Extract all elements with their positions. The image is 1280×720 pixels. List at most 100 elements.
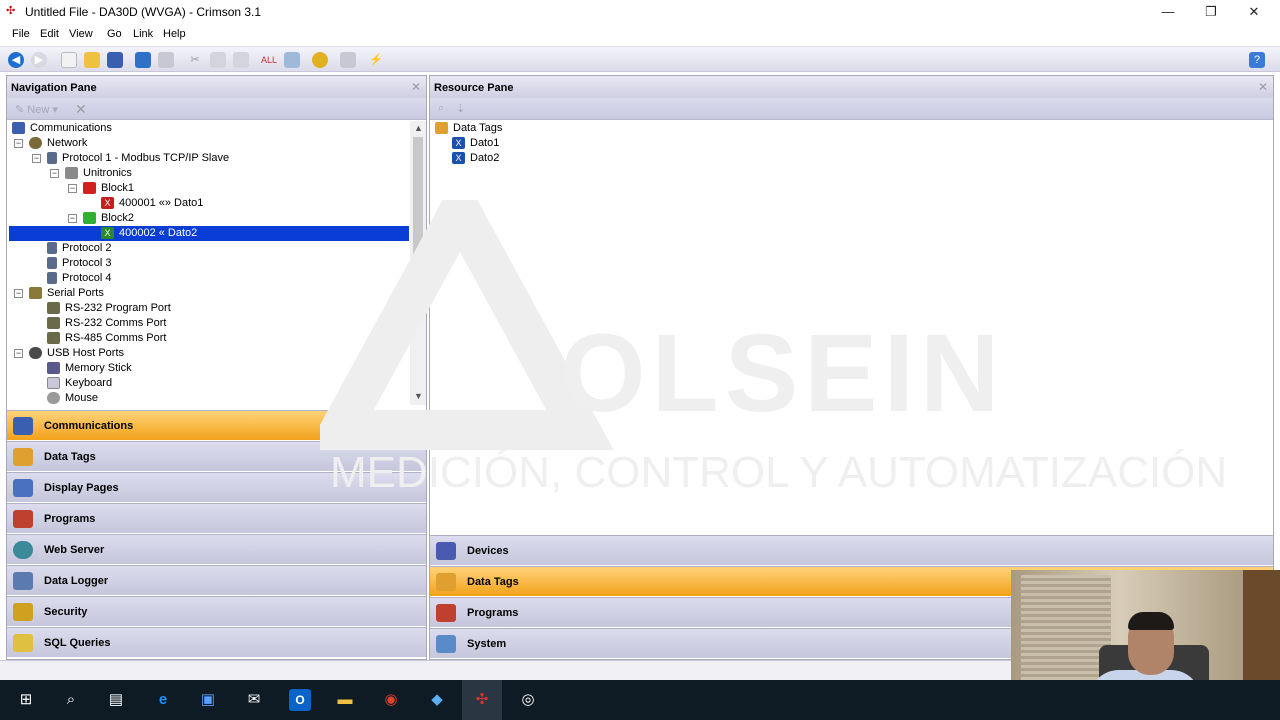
tree-item-rs232-comms[interactable]: RS-232 Comms Port <box>47 316 166 331</box>
tree-item-rs232-program[interactable]: RS-232 Program Port <box>47 301 171 316</box>
tree-scrollbar[interactable]: ▲ ▼ <box>410 121 426 405</box>
menu-go[interactable]: Go <box>107 28 122 40</box>
scroll-thumb[interactable] <box>413 137 423 277</box>
tree-item-network[interactable]: Network <box>29 136 87 151</box>
tree-item-protocol-1[interactable]: Protocol 1 - Modbus TCP/IP Slave <box>47 151 229 166</box>
category-sql-queries[interactable]: SQL Queries <box>7 627 426 657</box>
collapse-toggle[interactable]: − <box>68 214 77 223</box>
tree-item-unitronics[interactable]: Unitronics <box>65 166 132 181</box>
save-icon[interactable] <box>107 52 123 68</box>
menu-edit[interactable]: Edit <box>40 28 59 40</box>
new-file-icon[interactable] <box>61 52 77 68</box>
file-explorer-icon[interactable]: ▬ <box>334 689 356 711</box>
keyboard-icon <box>47 377 60 390</box>
menu-view[interactable]: View <box>69 28 93 40</box>
resource-item-dato2[interactable]: X Dato2 <box>452 151 499 166</box>
devices-icon <box>436 542 456 560</box>
collapse-toggle[interactable]: − <box>14 139 23 148</box>
category-security[interactable]: Security <box>7 596 426 626</box>
navigation-tree: Communications − Network − Protocol 1 - … <box>7 121 410 405</box>
tree-item-400002-selected[interactable]: X 400002 « Dato2 <box>9 226 409 241</box>
protocol-icon <box>47 272 57 285</box>
serial-port-icon <box>29 287 42 300</box>
category-communications[interactable]: Communications <box>7 410 426 440</box>
paste-icon[interactable] <box>233 52 249 68</box>
collapse-toggle[interactable]: − <box>68 184 77 193</box>
scroll-up-icon[interactable]: ▲ <box>414 123 423 133</box>
menu-link[interactable]: Link <box>133 28 153 40</box>
search-icon[interactable]: ⌕ <box>60 689 82 711</box>
window-icon[interactable] <box>340 52 356 68</box>
resource-pane-header: Resource Pane ✕ <box>430 76 1273 98</box>
send-icon[interactable] <box>312 52 328 68</box>
back-icon[interactable]: ◀ <box>8 52 24 68</box>
tree-item-protocol-4[interactable]: Protocol 4 <box>47 271 112 286</box>
category-web-server[interactable]: Web Server <box>7 534 426 564</box>
chrome-icon[interactable]: ◉ <box>380 689 402 711</box>
copy-icon[interactable] <box>210 52 226 68</box>
resource-category-devices[interactable]: Devices <box>430 535 1273 565</box>
close-pane-icon[interactable]: ✕ <box>1258 80 1268 94</box>
navigation-toolbar: ✎ New ▾ ✕ <box>7 98 426 120</box>
app-shield-icon[interactable]: ◆ <box>426 689 448 711</box>
collapse-toggle[interactable]: − <box>14 349 23 358</box>
close-pane-icon[interactable]: ✕ <box>411 80 421 94</box>
find-icon[interactable] <box>284 52 300 68</box>
resource-item-dato1[interactable]: X Dato1 <box>452 136 499 151</box>
minimize-button[interactable]: — <box>1145 0 1191 24</box>
port-icon <box>47 332 60 345</box>
tree-item-protocol-3[interactable]: Protocol 3 <box>47 256 112 271</box>
resource-item-data-tags[interactable]: Data Tags <box>435 121 502 136</box>
menu-help[interactable]: Help <box>163 28 186 40</box>
tree-item-protocol-2[interactable]: Protocol 2 <box>47 241 112 256</box>
mail-icon[interactable]: ✉ <box>243 689 265 711</box>
redo-icon[interactable] <box>158 52 174 68</box>
crimson-taskbar-icon[interactable]: ✣ <box>462 680 502 720</box>
task-view-icon[interactable]: ▤ <box>105 689 127 711</box>
menu-file[interactable]: File <box>12 28 30 40</box>
category-programs[interactable]: Programs <box>7 503 426 533</box>
edge-icon[interactable]: e <box>152 689 174 711</box>
select-all-icon[interactable]: ALL <box>261 52 277 68</box>
tree-item-rs485-comms[interactable]: RS-485 Comms Port <box>47 331 166 346</box>
open-folder-icon[interactable] <box>84 52 100 68</box>
collapse-toggle[interactable]: − <box>50 169 59 178</box>
menu-bar: File Edit View Go Link Help <box>0 24 1280 46</box>
tree-item-serial-ports[interactable]: Serial Ports <box>29 286 104 301</box>
delete-icon[interactable]: ✕ <box>75 101 87 118</box>
tree-item-keyboard[interactable]: Keyboard <box>47 376 112 391</box>
mapping-ok-icon: X <box>101 227 114 240</box>
cut-icon[interactable]: ✂ <box>187 52 203 68</box>
obs-icon[interactable]: ◎ <box>517 689 539 711</box>
scroll-down-icon[interactable]: ▼ <box>414 391 423 401</box>
link-icon[interactable]: ⚡ <box>368 52 384 68</box>
filter-icon[interactable]: ⇣ <box>456 102 465 115</box>
new-item-button[interactable]: ✎ New ▾ <box>15 103 58 116</box>
tree-item-usb-host-ports[interactable]: USB Host Ports <box>29 346 124 361</box>
category-display-pages[interactable]: Display Pages <box>7 472 426 502</box>
start-icon[interactable]: ⊞ <box>15 689 37 711</box>
find-icon[interactable]: ⌕ <box>438 102 444 115</box>
restore-button[interactable]: ❐ <box>1188 0 1234 24</box>
data-tags-icon <box>435 122 448 135</box>
mouse-icon <box>47 392 60 405</box>
collapse-toggle[interactable]: − <box>32 154 41 163</box>
tree-item-block2[interactable]: Block2 <box>83 211 134 226</box>
undo-icon[interactable] <box>135 52 151 68</box>
navigation-pane: Navigation Pane ✕ ✎ New ▾ ✕ Communicatio… <box>6 75 427 660</box>
tree-item-block1[interactable]: Block1 <box>83 181 134 196</box>
outlook-icon[interactable]: O <box>289 689 311 711</box>
system-icon <box>436 635 456 653</box>
tree-item-mouse[interactable]: Mouse <box>47 391 98 405</box>
collapse-toggle[interactable]: − <box>14 289 23 298</box>
help-icon[interactable]: ? <box>1249 52 1265 68</box>
forward-icon[interactable]: ▶ <box>31 52 47 68</box>
store-icon[interactable]: ▣ <box>197 689 219 711</box>
tree-item-communications[interactable]: Communications <box>12 121 112 136</box>
tree-item-memory-stick[interactable]: Memory Stick <box>47 361 132 376</box>
tree-item-400001[interactable]: X 400001 «» Dato1 <box>101 196 203 211</box>
category-data-logger[interactable]: Data Logger <box>7 565 426 595</box>
close-button[interactable]: ✕ <box>1231 0 1277 24</box>
category-data-tags[interactable]: Data Tags <box>7 441 426 471</box>
window-title: Untitled File - DA30D (WVGA) - Crimson 3… <box>25 5 262 19</box>
